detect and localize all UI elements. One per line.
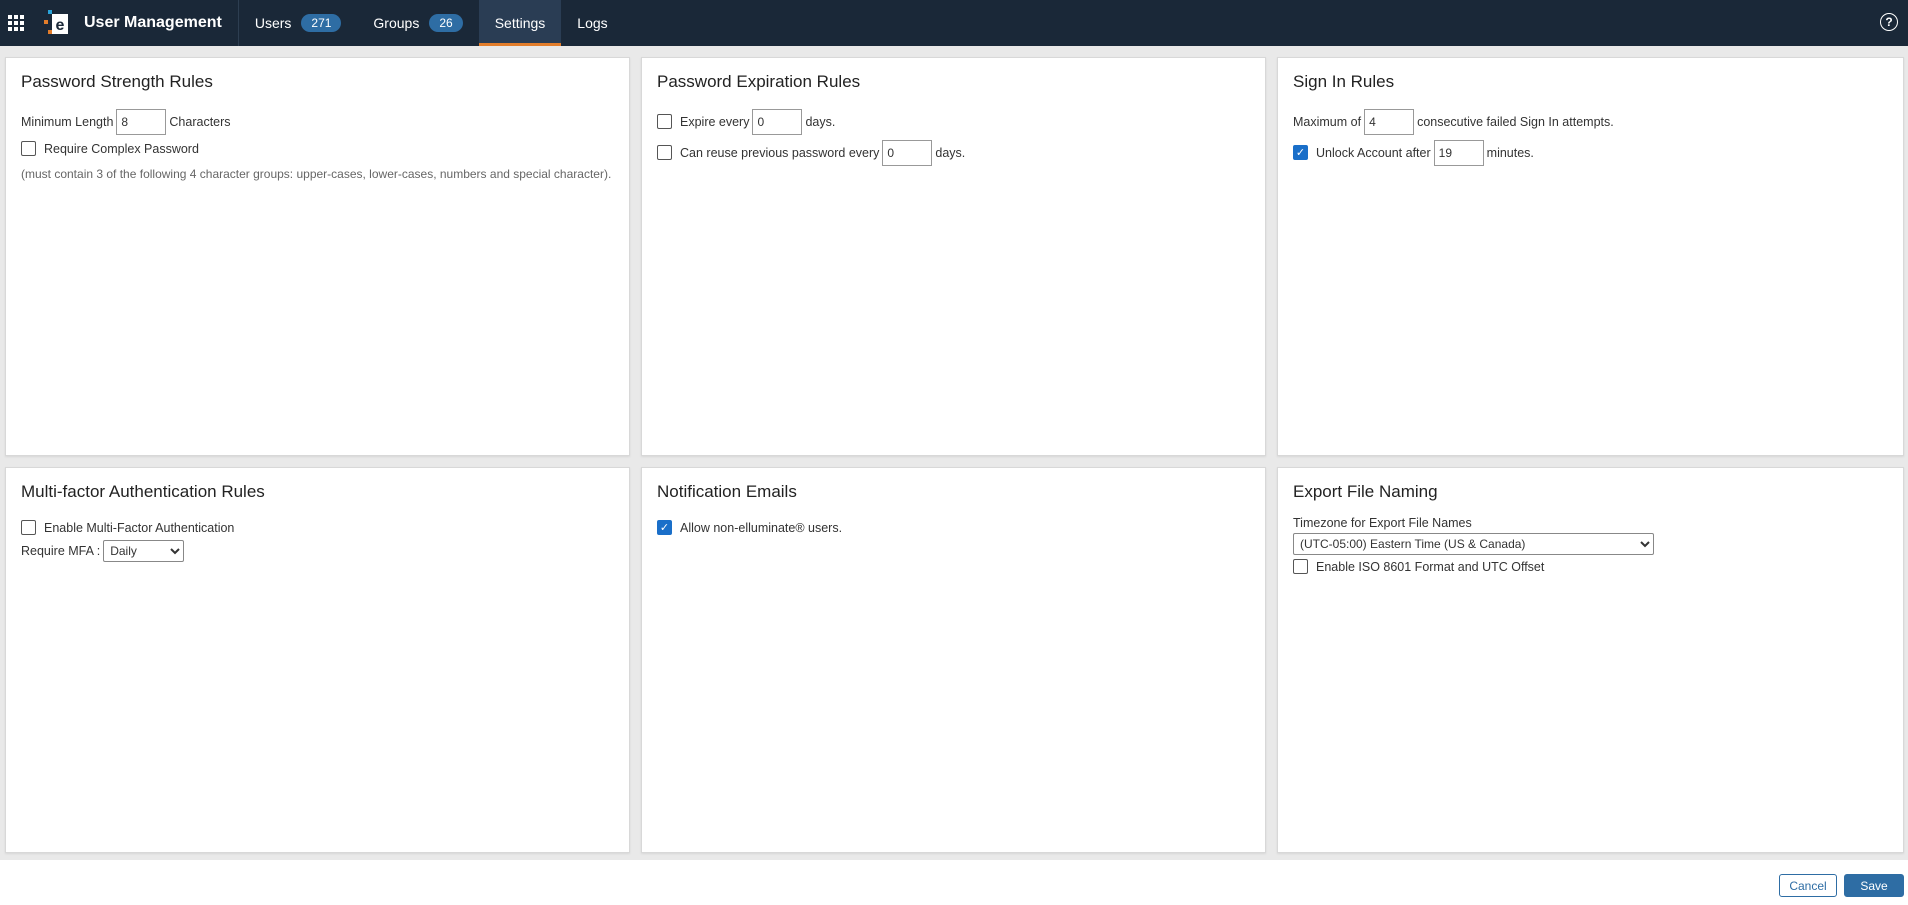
expire-row: Expire every days. bbox=[657, 106, 1250, 137]
app-title: User Management bbox=[74, 0, 239, 46]
allow-non-users-checkbox[interactable]: ✓ bbox=[657, 520, 672, 535]
tab-groups[interactable]: Groups 26 bbox=[357, 0, 478, 46]
complex-password-label: Require Complex Password bbox=[44, 141, 199, 156]
tab-logs-label: Logs bbox=[577, 15, 608, 31]
grid-icon bbox=[8, 15, 24, 31]
cancel-button[interactable]: Cancel bbox=[1779, 874, 1837, 897]
reuse-days-input[interactable] bbox=[882, 139, 933, 166]
tab-logs[interactable]: Logs bbox=[561, 0, 623, 46]
mfa-enable-row: Enable Multi-Factor Authentication bbox=[21, 516, 614, 539]
unlock-checkbox[interactable]: ✓ bbox=[1293, 145, 1308, 160]
panel-title: Export File Naming bbox=[1293, 482, 1438, 501]
notification-panel: Notification Emails ✓ Allow non-ellumina… bbox=[641, 467, 1266, 853]
allow-non-users-row: ✓ Allow non-elluminate® users. bbox=[657, 516, 1250, 539]
max-attempts-suffix: consecutive failed Sign In attempts. bbox=[1417, 114, 1614, 129]
unlock-suffix: minutes. bbox=[1486, 145, 1534, 160]
footer-bar: Cancel Save bbox=[0, 860, 1908, 905]
groups-count-badge: 26 bbox=[429, 14, 463, 32]
reuse-row: Can reuse previous password every days. bbox=[657, 137, 1250, 168]
tab-users[interactable]: Users 271 bbox=[239, 0, 358, 46]
expire-suffix: days. bbox=[805, 114, 836, 129]
save-button[interactable]: Save bbox=[1844, 874, 1904, 897]
users-count-badge: 271 bbox=[301, 14, 342, 32]
complexity-hint: (must contain 3 of the following 4 chara… bbox=[21, 167, 612, 181]
min-length-input[interactable] bbox=[116, 108, 167, 135]
mfa-require-label: Require MFA : bbox=[21, 543, 101, 558]
mfa-enable-checkbox[interactable] bbox=[21, 520, 36, 535]
tab-settings[interactable]: Settings bbox=[478, 0, 562, 46]
panel-title: Password Strength Rules bbox=[21, 72, 213, 91]
app-launcher-button[interactable] bbox=[0, 0, 32, 46]
sign-in-panel: Sign In Rules Maximum of consecutive fai… bbox=[1277, 57, 1904, 456]
password-strength-panel: Password Strength Rules Minimum Length C… bbox=[5, 57, 630, 456]
mfa-frequency-select[interactable]: Daily bbox=[103, 539, 185, 562]
min-length-suffix: Characters bbox=[169, 114, 231, 129]
tab-groups-label: Groups bbox=[373, 15, 420, 31]
unlock-label: Unlock Account after bbox=[1316, 145, 1431, 160]
max-attempts-input[interactable] bbox=[1364, 108, 1415, 135]
min-length-label: Minimum Length bbox=[21, 114, 114, 129]
tab-settings-label: Settings bbox=[494, 15, 546, 31]
mfa-require-row: Require MFA : Daily bbox=[21, 539, 614, 562]
timezone-label: Timezone for Export File Names bbox=[1293, 516, 1472, 530]
unlock-row: ✓ Unlock Account after minutes. bbox=[1293, 137, 1888, 168]
top-navigation-bar: e User Management Users 271 Groups 26 Se… bbox=[0, 0, 1908, 46]
panel-title: Sign In Rules bbox=[1293, 72, 1395, 91]
iso-format-checkbox[interactable] bbox=[1293, 559, 1308, 574]
max-attempts-label: Maximum of bbox=[1293, 114, 1362, 129]
expire-days-input[interactable] bbox=[752, 108, 803, 135]
tab-users-label: Users bbox=[254, 15, 292, 31]
svg-text:e: e bbox=[56, 17, 65, 34]
unlock-minutes-input[interactable] bbox=[1433, 139, 1484, 166]
mfa-panel: Multi-factor Authentication Rules Enable… bbox=[5, 467, 630, 853]
iso-format-row: Enable ISO 8601 Format and UTC Offset bbox=[1293, 555, 1888, 578]
mfa-enable-label: Enable Multi-Factor Authentication bbox=[44, 520, 235, 535]
expire-checkbox[interactable] bbox=[657, 114, 672, 129]
reuse-label: Can reuse previous password every bbox=[680, 145, 880, 160]
expire-label: Expire every bbox=[680, 114, 750, 129]
help-icon[interactable]: ? bbox=[1880, 13, 1898, 31]
max-attempts-row: Maximum of consecutive failed Sign In at… bbox=[1293, 106, 1888, 137]
password-expiration-panel: Password Expiration Rules Expire every d… bbox=[641, 57, 1266, 456]
complex-password-row: Require Complex Password bbox=[21, 137, 614, 160]
reuse-suffix: days. bbox=[935, 145, 966, 160]
export-naming-panel: Export File Naming Timezone for Export F… bbox=[1277, 467, 1904, 853]
min-length-row: Minimum Length Characters bbox=[21, 106, 614, 137]
reuse-checkbox[interactable] bbox=[657, 145, 672, 160]
iso-format-label: Enable ISO 8601 Format and UTC Offset bbox=[1316, 559, 1545, 574]
panel-title: Notification Emails bbox=[657, 482, 797, 501]
complex-password-checkbox[interactable] bbox=[21, 141, 36, 156]
panel-title: Password Expiration Rules bbox=[657, 72, 861, 91]
panel-title: Multi-factor Authentication Rules bbox=[21, 482, 265, 501]
allow-non-users-label: Allow non-elluminate® users. bbox=[680, 520, 843, 535]
timezone-select[interactable]: (UTC-05:00) Eastern Time (US & Canada) bbox=[1293, 533, 1654, 555]
elluminate-logo: e bbox=[40, 0, 74, 46]
